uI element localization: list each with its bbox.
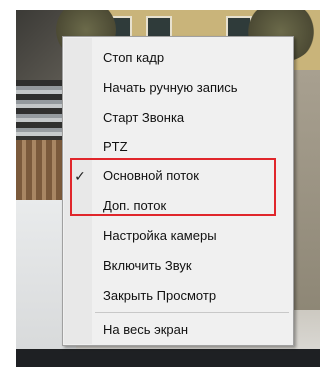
menu-item-label: PTZ [103,139,128,154]
menu-item-label: Стоп кадр [103,50,165,65]
menu-item-fullscreen[interactable]: На весь экран [65,317,291,343]
menu-item-label: Старт Звонка [103,110,185,125]
menu-item-close-view[interactable]: Закрыть Просмотр [65,283,291,309]
menu-item-label: Начать ручную запись [103,80,238,95]
menu-item-sub-stream[interactable]: Доп. поток [65,193,291,219]
menu-item-enable-sound[interactable]: Включить Звук [65,253,291,279]
menu-item-start-call[interactable]: Старт Звонка [65,105,291,131]
menu-item-start-manual-recording[interactable]: Начать ручную запись [65,75,291,101]
video-right-wall [292,70,320,310]
checkmark-icon: ✓ [74,168,86,184]
menu-item-freeze-frame[interactable]: Стоп кадр [65,45,291,71]
video-fence [16,140,66,200]
player-bottom-bar [16,349,320,367]
menu-item-label: Основной поток [103,168,199,183]
menu-item-label: На весь экран [103,322,189,337]
menu-item-camera-settings[interactable]: Настройка камеры [65,223,291,249]
camera-context-menu: Стоп кадр Начать ручную запись Старт Зво… [62,36,294,346]
menu-item-main-stream[interactable]: ✓ Основной поток [65,163,291,189]
menu-item-label: Доп. поток [103,198,167,213]
menu-item-label: Включить Звук [103,258,192,273]
menu-item-label: Настройка камеры [103,228,217,243]
menu-item-ptz[interactable]: PTZ [65,134,291,160]
menu-separator [95,312,289,313]
menu-item-label: Закрыть Просмотр [103,288,217,303]
screenshot-stage: Стоп кадр Начать ручную запись Старт Зво… [0,0,320,367]
